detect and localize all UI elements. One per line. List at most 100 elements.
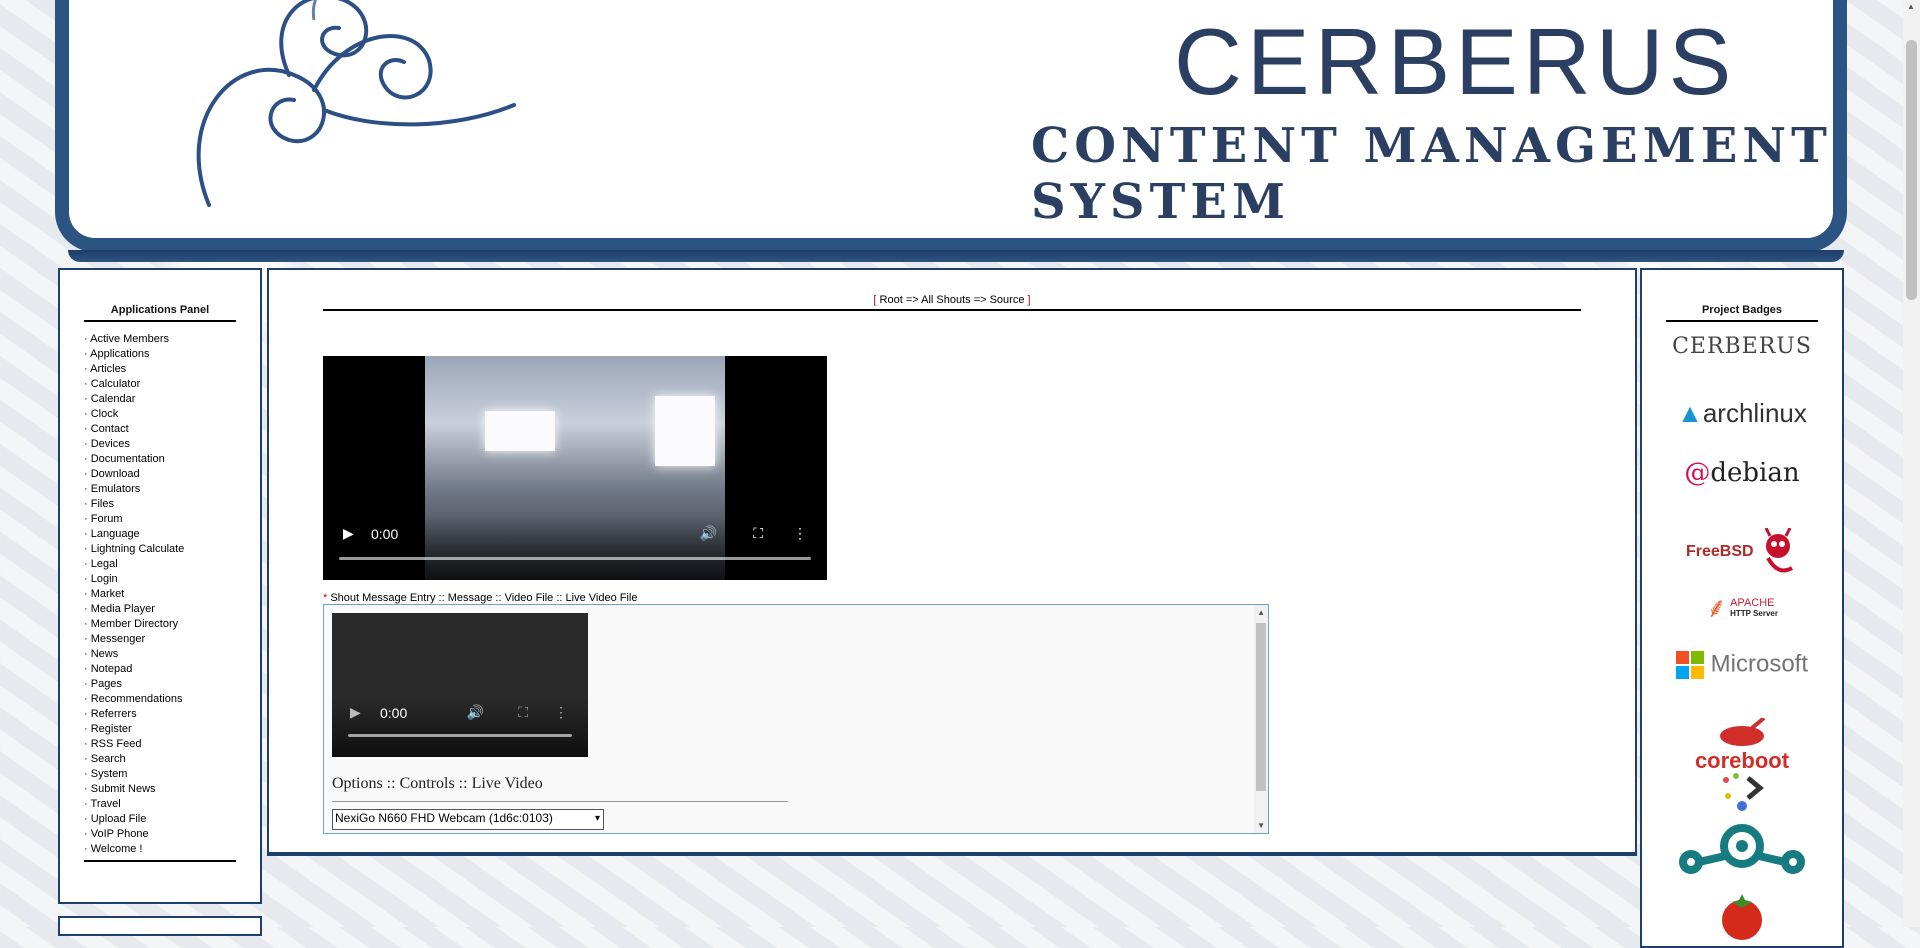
shout-entry-label: * Shout Message Entry :: Message :: Vide… <box>323 592 637 604</box>
source-video-player[interactable]: ▶ 0:00 🔊 ⛶ ⋮ <box>323 356 827 580</box>
entry-box-scrollbar[interactable]: ▲ ▼ <box>1254 605 1268 833</box>
video-progress-bar[interactable] <box>348 734 572 737</box>
freebsd-badge-text: FreeBSD <box>1685 543 1754 561</box>
fullscreen-icon[interactable]: ⛶ <box>518 704 528 721</box>
app-link[interactable]: Member Directory <box>91 618 178 630</box>
lineageos-badge[interactable] <box>1666 816 1818 879</box>
app-link[interactable]: Submit News <box>91 783 156 795</box>
app-link[interactable]: Market <box>91 588 125 600</box>
app-link[interactable]: RSS Feed <box>91 738 142 750</box>
app-link[interactable]: Register <box>91 723 132 735</box>
app-link[interactable]: Emulators <box>91 483 141 495</box>
applications-list: Active Members Applications Articles Cal… <box>84 332 236 857</box>
app-link[interactable]: Legal <box>91 558 118 570</box>
apache-badge-text: APACHE <box>1730 596 1775 609</box>
list-item: System <box>84 767 236 782</box>
app-link[interactable]: Calendar <box>91 393 136 405</box>
app-link[interactable]: Forum <box>91 513 123 525</box>
camera-select[interactable]: NexiGo N660 FHD Webcam (1d6c:0103) ▾ <box>332 809 604 830</box>
list-item: Notepad <box>84 662 236 677</box>
list-item: Devices <box>84 437 236 452</box>
play-icon[interactable]: ▶ <box>350 704 361 721</box>
app-link[interactable]: News <box>91 648 119 660</box>
list-item: RSS Feed <box>84 737 236 752</box>
more-options-icon[interactable]: ⋮ <box>554 704 568 721</box>
list-item: Documentation <box>84 452 236 467</box>
swirl-logo-icon <box>196 0 516 207</box>
list-item: Welcome ! <box>84 842 236 857</box>
site-header: CERBERUS CONTENT MANAGEMENT SYSTEM <box>55 0 1847 252</box>
tomato-icon <box>1722 894 1762 940</box>
project-badges-panel: Project Badges CERBERUS ▲archlinux @debi… <box>1640 268 1844 948</box>
app-link[interactable]: Notepad <box>91 663 133 675</box>
coreboot-badge[interactable]: coreboot <box>1666 718 1818 774</box>
app-link[interactable]: Upload File <box>91 813 147 825</box>
play-icon[interactable]: ▶ <box>343 525 354 542</box>
scroll-up-icon[interactable]: ▲ <box>1257 608 1265 617</box>
app-link[interactable]: Media Player <box>91 603 155 615</box>
list-item: Submit News <box>84 782 236 797</box>
video-content <box>485 411 555 451</box>
app-link[interactable]: Language <box>91 528 140 540</box>
volume-icon[interactable]: 🔊 <box>700 525 717 542</box>
app-link[interactable]: Travel <box>91 798 121 810</box>
shell-badge[interactable] <box>1666 770 1818 821</box>
volume-icon[interactable]: 🔊 <box>467 704 484 721</box>
list-item: Search <box>84 752 236 767</box>
app-link[interactable]: Clock <box>91 408 119 420</box>
app-link[interactable]: Active Members <box>90 333 169 345</box>
app-link[interactable]: Contact <box>91 423 129 435</box>
app-link[interactable]: Recommendations <box>91 693 183 705</box>
microsoft-badge[interactable]: Microsoft <box>1666 650 1818 679</box>
app-link[interactable]: Documentation <box>91 453 165 465</box>
video-progress-bar[interactable] <box>339 557 811 560</box>
app-link[interactable]: Messenger <box>91 633 145 645</box>
app-link[interactable]: Search <box>91 753 126 765</box>
app-link[interactable]: Lightning Calculate <box>91 543 185 555</box>
debian-swirl-icon: @ <box>1684 458 1711 488</box>
app-link[interactable]: System <box>91 768 128 780</box>
list-item: Referrers <box>84 707 236 722</box>
camera-select-value: NexiGo N660 FHD Webcam (1d6c:0103) <box>335 811 553 825</box>
header-frame-bottom <box>68 250 1844 262</box>
scroll-thumb[interactable] <box>1256 623 1266 791</box>
coreboot-rabbit-icon <box>1720 718 1766 746</box>
shout-entry-label-text: Shout Message Entry :: Message :: Video … <box>327 592 638 604</box>
archlinux-badge[interactable]: ▲archlinux <box>1666 398 1818 429</box>
more-options-icon[interactable]: ⋮ <box>793 525 807 542</box>
scroll-down-icon[interactable]: ▼ <box>1257 821 1265 830</box>
list-item: Language <box>84 527 236 542</box>
cerberus-badge-text: CERBERUS <box>1672 334 1812 359</box>
app-link[interactable]: Devices <box>91 438 130 450</box>
freebsd-badge[interactable]: FreeBSD <box>1666 527 1818 576</box>
app-link[interactable]: Articles <box>90 363 126 375</box>
shout-entry-box[interactable]: ▶ 0:00 🔊 ⛶ ⋮ Options :: Controls :: Live… <box>323 604 1269 834</box>
apache-badge[interactable]: ⸙ APACHE HTTP Server <box>1666 588 1818 626</box>
debian-badge[interactable]: @debian <box>1666 458 1818 488</box>
fullscreen-icon[interactable]: ⛶ <box>753 525 763 542</box>
list-item: Contact <box>84 422 236 437</box>
list-item: Clock <box>84 407 236 422</box>
app-link[interactable]: Download <box>91 468 140 480</box>
app-link[interactable]: Login <box>91 573 118 585</box>
list-item: Files <box>84 497 236 512</box>
applications-panel: Applications Panel Active Members Applic… <box>58 268 262 904</box>
page-scrollbar[interactable]: ▲ <box>1903 0 1920 927</box>
page-scroll-thumb[interactable] <box>1906 40 1917 300</box>
app-link[interactable]: Files <box>91 498 114 510</box>
scroll-up-icon[interactable]: ▲ <box>1907 2 1915 11</box>
app-link[interactable]: Pages <box>91 678 122 690</box>
app-link[interactable]: Referrers <box>91 708 137 720</box>
video-controls: ▶ 0:00 🔊 ⛶ ⋮ <box>332 697 588 757</box>
divider <box>84 860 236 862</box>
live-video-preview[interactable]: ▶ 0:00 🔊 ⛶ ⋮ <box>332 613 588 757</box>
app-link[interactable]: VoIP Phone <box>91 828 149 840</box>
tomato-badge[interactable] <box>1666 890 1818 943</box>
app-link[interactable]: Applications <box>90 348 149 360</box>
breadcrumb-path[interactable]: Root => All Shouts => Source <box>876 294 1027 306</box>
app-link[interactable]: Welcome ! <box>91 843 143 855</box>
arch-logo-icon: ▲ <box>1677 398 1703 428</box>
list-item: Media Player <box>84 602 236 617</box>
app-link[interactable]: Calculator <box>91 378 141 390</box>
cerberus-badge[interactable]: CERBERUS <box>1666 334 1818 359</box>
